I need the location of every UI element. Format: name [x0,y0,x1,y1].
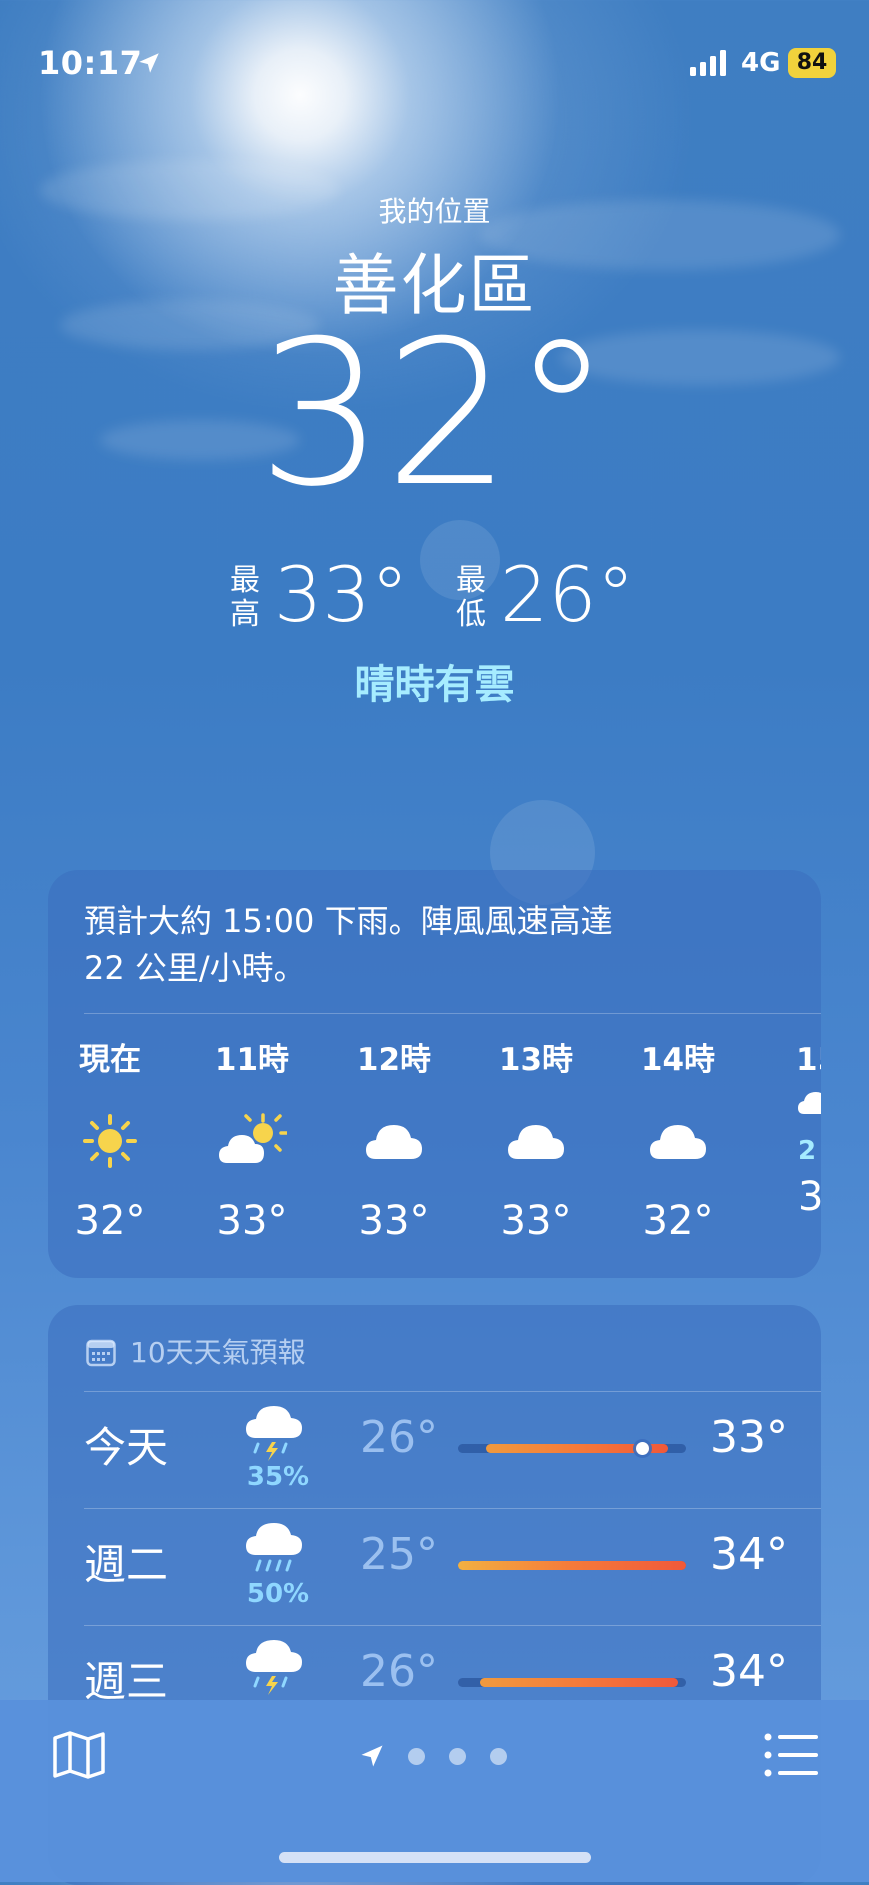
hour-temp: 33° [216,1198,288,1244]
temp-range-bar [458,1561,686,1570]
cellular-signal-icon [690,50,726,76]
summary-line-2: 22 公里/小時。 [84,949,306,987]
high-temp: 34° [710,1529,788,1580]
page-indicator[interactable] [358,1740,518,1772]
current-temperature: 32° [257,298,612,531]
day-name: 週二 [84,1540,169,1589]
temp-range-bar [458,1442,686,1455]
battery-indicator: 84 [788,48,836,78]
hour-temp: 3 [798,1174,821,1220]
forecast-summary: 預計大約 15:00 下雨。陣風風速高達 22 公里/小時。 [84,898,784,992]
rain-cloud-icon [798,1092,821,1114]
cloud-icon [508,1125,564,1159]
forecast-title: 10天天氣預報 [130,1336,306,1369]
low-temp: 26° [500,550,635,639]
location-arrow-icon [361,1745,383,1767]
low-label: 最低 [456,563,486,632]
hour-label: 14時 [640,1042,716,1078]
hour-temp: 32° [74,1198,146,1244]
page-dot[interactable] [449,1748,466,1765]
bottom-toolbar [0,1700,869,1882]
hour-item[interactable]: 13時 33° [476,1038,596,1244]
status-time: 10:17 [38,44,143,82]
location-arrow-icon [139,53,159,73]
thunderstorm-icon [246,1406,302,1461]
hour-temp: 33° [500,1198,572,1244]
hour-label: 11時 [214,1042,290,1078]
high-temp: 34° [710,1646,788,1697]
map-icon[interactable] [52,1730,106,1780]
hour-item[interactable]: 14時 32° [618,1038,738,1244]
forecast-row[interactable]: 今天 35% 26° 33° [48,1392,821,1508]
cloud-icon [650,1125,706,1159]
hour-temp: 33° [358,1198,430,1244]
high-label: 最高 [230,563,260,632]
high-temp: 33° [710,1412,788,1463]
status-bar: 10:17 4G 84 [0,0,869,120]
hour-label: 現在 [79,1042,141,1078]
summary-line-1: 預計大約 15:00 下雨。陣風風速高達 [84,902,613,940]
hour-label: 15 [796,1042,821,1078]
current-temp-marker [636,1442,649,1455]
low-temp: 26° [360,1646,438,1697]
hour-label: 13時 [498,1042,574,1078]
precip-chance: 35% [246,1462,310,1492]
hour-temp: 32° [642,1198,714,1244]
my-location-label: 我的位置 [378,195,491,228]
low-temp: 25° [360,1529,438,1580]
sun-icon [83,1114,137,1168]
calendar-icon [86,1339,116,1367]
card-divider [84,1013,821,1014]
page-dot[interactable] [408,1748,425,1765]
hour-item[interactable]: 現在 32° [50,1038,170,1244]
hourly-forecast-card[interactable]: 預計大約 15:00 下雨。陣風風速高達 22 公里/小時。 現在 32° 11… [48,870,821,1278]
page-dot[interactable] [490,1748,507,1765]
home-indicator[interactable] [279,1852,591,1863]
cloud-icon [366,1125,422,1159]
high-low-temps: 最高 33° 最低 26° [228,550,748,650]
network-type: 4G [741,48,781,78]
hour-item-partial[interactable]: 15 2 3 [796,1038,821,1220]
high-temp: 33° [274,550,409,639]
temp-range-fill [480,1678,678,1687]
list-icon[interactable] [764,1732,818,1778]
day-name: 今天 [84,1423,169,1472]
hour-item[interactable]: 11時 33° [192,1038,312,1244]
forecast-row[interactable]: 週二 50% 25° 34° [48,1509,821,1625]
partly-cloudy-icon [219,1113,287,1163]
hour-label: 12時 [356,1042,432,1078]
temp-range-fill [458,1561,686,1570]
rain-icon [246,1523,302,1572]
hour-item[interactable]: 12時 33° [334,1038,454,1244]
hour-precip: 2 [798,1136,817,1166]
temp-range-bar [458,1678,686,1687]
low-temp: 26° [360,1412,438,1463]
thunderstorm-icon [246,1640,302,1695]
precip-chance: 50% [246,1579,310,1609]
condition-text: 晴時有雲 [354,662,515,708]
